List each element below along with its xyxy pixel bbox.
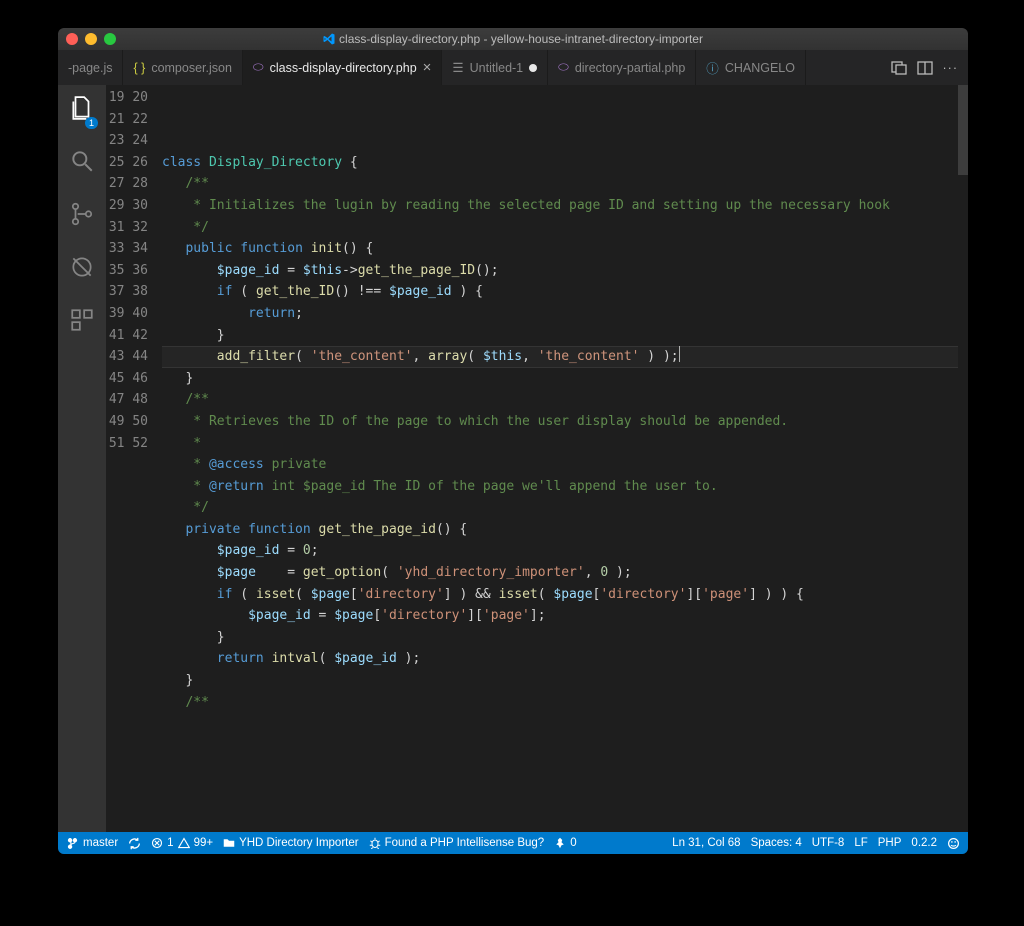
- code-line[interactable]: }: [162, 368, 968, 390]
- code-line[interactable]: }: [162, 670, 968, 692]
- code-line[interactable]: * @access private: [162, 454, 968, 476]
- version-status[interactable]: 0.2.2: [911, 837, 937, 849]
- php-icon: ⬭: [253, 60, 264, 75]
- code-line[interactable]: if ( isset( $page['directory'] ) && isse…: [162, 584, 968, 606]
- code-line[interactable]: */: [162, 217, 968, 239]
- branch-icon: [66, 837, 79, 850]
- tab-composer-json[interactable]: { } composer.json: [123, 50, 242, 85]
- status-bar: master 1 99+ YHD Directory Importer Foun…: [58, 832, 968, 854]
- zoom-window-button[interactable]: [104, 33, 116, 45]
- tab-directory-partial[interactable]: ⬭ directory-partial.php: [548, 50, 696, 85]
- encoding-status[interactable]: UTF-8: [812, 837, 845, 849]
- code-line[interactable]: add_filter( 'the_content', array( $this,…: [162, 346, 968, 368]
- tab-class-display-directory[interactable]: ⬭ class-display-directory.php ×: [243, 50, 443, 85]
- code-line[interactable]: public function init() {: [162, 238, 968, 260]
- explorer-activity[interactable]: 1: [69, 95, 95, 126]
- traffic-lights: [66, 33, 116, 45]
- vscode-icon: [323, 33, 335, 45]
- feedback-status[interactable]: [947, 837, 960, 850]
- tab-page-js[interactable]: -page.js: [58, 50, 123, 85]
- sync-status[interactable]: [128, 837, 141, 850]
- search-activity[interactable]: [69, 148, 95, 179]
- sync-icon: [128, 837, 141, 850]
- scm-activity[interactable]: [69, 201, 95, 232]
- source-control-icon: [69, 201, 95, 227]
- code-line[interactable]: if ( get_the_ID() !== $page_id ) {: [162, 281, 968, 303]
- code-line[interactable]: /**: [162, 692, 968, 714]
- window-icon[interactable]: [891, 60, 907, 76]
- scrollbar-thumb[interactable]: [958, 85, 968, 175]
- more-actions-icon[interactable]: ···: [943, 61, 959, 75]
- code-editor[interactable]: 19 20 21 22 23 24 25 26 27 28 29 30 31 3…: [106, 85, 968, 832]
- extensions-activity[interactable]: [69, 307, 95, 338]
- code-line[interactable]: }: [162, 627, 968, 649]
- warning-icon: [178, 837, 190, 849]
- json-icon: { }: [133, 61, 145, 75]
- code-line[interactable]: * @return int $page_id The ID of the pag…: [162, 476, 968, 498]
- bug-icon: [369, 837, 381, 849]
- code-line[interactable]: $page_id = $this->get_the_page_ID();: [162, 260, 968, 282]
- code-line[interactable]: class Display_Directory {: [162, 152, 968, 174]
- activity-bar: 1: [58, 85, 106, 832]
- title-bar: class-display-directory.php - yellow-hou…: [58, 28, 968, 50]
- project-status[interactable]: YHD Directory Importer: [223, 837, 359, 849]
- close-window-button[interactable]: [66, 33, 78, 45]
- code-line[interactable]: $page_id = 0;: [162, 540, 968, 562]
- code-line[interactable]: *: [162, 433, 968, 455]
- code-line[interactable]: }: [162, 325, 968, 347]
- error-icon: [151, 837, 163, 849]
- references-status[interactable]: 0: [554, 837, 576, 849]
- window-title: class-display-directory.php - yellow-hou…: [66, 32, 960, 46]
- code-line[interactable]: */: [162, 497, 968, 519]
- tab-bar: -page.js { } composer.json ⬭ class-displ…: [58, 50, 968, 85]
- editor-body: 1 19 20 21 22 23 24 25 26 27 28 29 30 31…: [58, 85, 968, 832]
- git-branch-status[interactable]: master: [66, 837, 118, 850]
- problems-status[interactable]: 1 99+: [151, 837, 213, 849]
- code-line[interactable]: /**: [162, 389, 968, 411]
- info-icon: ⓘ: [706, 58, 719, 77]
- file-icon: ☰: [452, 60, 463, 75]
- php-icon: ⬭: [558, 60, 569, 75]
- app-window: class-display-directory.php - yellow-hou…: [58, 28, 968, 854]
- tab-untitled-1[interactable]: ☰ Untitled-1: [442, 50, 548, 85]
- split-editor-icon[interactable]: [917, 60, 933, 76]
- debug-activity[interactable]: [69, 254, 95, 285]
- explorer-badge: 1: [85, 117, 98, 129]
- minimize-window-button[interactable]: [85, 33, 97, 45]
- pin-icon: [554, 837, 566, 849]
- search-icon: [69, 148, 95, 174]
- code-line[interactable]: $page = get_option( 'yhd_directory_impor…: [162, 562, 968, 584]
- language-status[interactable]: PHP: [878, 837, 902, 849]
- modified-indicator-icon: [529, 64, 537, 72]
- eol-status[interactable]: LF: [854, 837, 867, 849]
- text-cursor: [679, 346, 680, 362]
- tab-actions: ···: [881, 50, 969, 85]
- code-line[interactable]: private function get_the_page_id() {: [162, 519, 968, 541]
- code-line[interactable]: * Retrieves the ID of the page to which …: [162, 411, 968, 433]
- code-area[interactable]: class Display_Directory { /** * Initiali…: [162, 85, 968, 832]
- vertical-scrollbar[interactable]: [958, 85, 968, 832]
- folder-icon: [223, 837, 235, 849]
- debug-icon: [69, 254, 95, 280]
- extensions-icon: [69, 307, 95, 333]
- tab-changelog[interactable]: ⓘ CHANGELO: [696, 50, 806, 85]
- cursor-position-status[interactable]: Ln 31, Col 68: [672, 837, 740, 849]
- close-tab-icon[interactable]: ×: [423, 59, 432, 76]
- code-line[interactable]: $page_id = $page['directory']['page'];: [162, 605, 968, 627]
- bug-report-status[interactable]: Found a PHP Intellisense Bug?: [369, 837, 545, 849]
- smiley-icon: [947, 837, 960, 850]
- code-line[interactable]: return intval( $page_id );: [162, 648, 968, 670]
- line-number-gutter: 19 20 21 22 23 24 25 26 27 28 29 30 31 3…: [106, 85, 162, 832]
- code-line[interactable]: return;: [162, 303, 968, 325]
- indentation-status[interactable]: Spaces: 4: [751, 837, 802, 849]
- code-line[interactable]: /**: [162, 173, 968, 195]
- code-line[interactable]: * Initializes the lugin by reading the s…: [162, 195, 968, 217]
